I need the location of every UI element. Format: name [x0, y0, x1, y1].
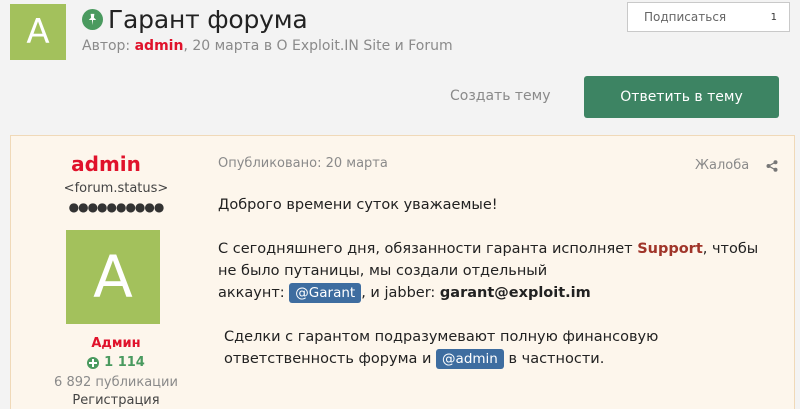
- subscribe-label: Подписаться: [644, 10, 727, 24]
- share-icon[interactable]: [766, 160, 778, 172]
- p2-text-4: , и jabber:: [361, 285, 440, 301]
- reputation-plus-icon: [87, 356, 100, 369]
- post-paragraph-3: Сделки с гарантом подразумевают полную ф…: [218, 326, 778, 370]
- post-greeting: Доброго времени суток уважаемые!: [218, 197, 498, 213]
- thread-byline: Автор: admin, 20 марта в О Exploit.IN Si…: [82, 38, 453, 54]
- create-topic-link[interactable]: Создать тему: [450, 88, 551, 104]
- mention-garant[interactable]: @Garant: [289, 283, 362, 303]
- mention-admin[interactable]: @admin: [436, 349, 504, 369]
- post-content: Доброго времени суток уважаемые! С сегод…: [218, 194, 778, 370]
- post: admin <forum.status> ●●●●●●●●●● A Админ …: [10, 135, 795, 409]
- reply-button[interactable]: Ответить в тему: [584, 76, 779, 118]
- jabber-address: garant@exploit.im: [439, 285, 591, 301]
- post-author-avatar[interactable]: A: [66, 230, 160, 324]
- thread-author-avatar[interactable]: A: [10, 4, 66, 60]
- page-title: Гарант форума: [108, 4, 308, 34]
- post-author-posts-count: 6 892 публикации: [54, 375, 178, 390]
- subscribe-button[interactable]: Подписаться 1: [627, 2, 790, 32]
- reputation-value: 1 114: [104, 355, 145, 370]
- pin-icon: [82, 8, 103, 30]
- rank-dots: ●●●●●●●●●●: [68, 200, 165, 214]
- post-author-name[interactable]: admin: [11, 152, 201, 176]
- support-user-link[interactable]: Support: [637, 241, 703, 257]
- post-author-status: <forum.status>: [63, 181, 169, 196]
- subscribe-count: 1: [770, 11, 777, 23]
- author-link[interactable]: admin: [135, 38, 184, 54]
- post-author-panel: admin <forum.status> ●●●●●●●●●● A Админ …: [11, 136, 201, 409]
- thread-title-row: Гарант форума: [82, 4, 308, 34]
- p3-text-2: в частности.: [503, 351, 605, 367]
- post-author-registration: Регистрация: [72, 393, 160, 408]
- byline-prefix: Автор:: [82, 38, 135, 54]
- post-paragraph-2: С сегодняшнего дня, обязанности гаранта …: [218, 238, 778, 304]
- report-link[interactable]: Жалоба: [695, 158, 749, 173]
- post-published-date[interactable]: Опубликовано: 20 марта: [218, 156, 388, 171]
- byline-suffix: , 20 марта в О Exploit.IN Site и Forum: [183, 38, 453, 54]
- post-author-reputation: 1 114: [11, 355, 221, 370]
- p2-text-1: С сегодняшнего дня, обязанности гаранта …: [218, 241, 638, 257]
- p2-text-3: аккаунт:: [218, 285, 290, 301]
- post-author-group: Админ: [91, 336, 141, 351]
